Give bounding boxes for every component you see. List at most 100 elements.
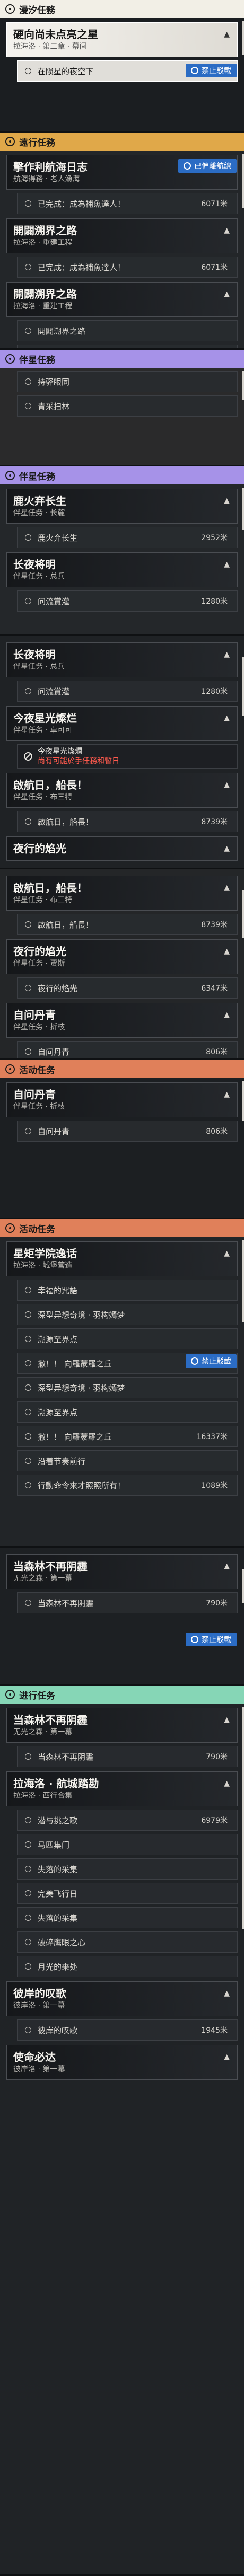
- quest-objective[interactable]: 潜与挑之歌 6979米: [17, 1810, 238, 1831]
- scrollbar[interactable]: [242, 1707, 244, 1929]
- quest-objective[interactable]: 撒！！ 向羅蒙羅之丘 16337米: [17, 1426, 238, 1447]
- quest-card[interactable]: 拉海洛 · 航城踏勘 拉海洛 · 西行合集 ▲: [6, 1771, 238, 1806]
- quest-card[interactable]: 自问丹青 伴星任务 · 折枝 ▲: [6, 1082, 238, 1117]
- quest-objective[interactable]: 失落的采集: [17, 1858, 238, 1880]
- quest-objective[interactable]: 当森林不再阴霾 790米: [17, 1592, 238, 1613]
- chevron-up-icon[interactable]: ▲: [224, 1716, 230, 1724]
- quest-card[interactable]: 长夜将明 伴星任务 · 总兵 ▲: [6, 552, 238, 587]
- section-header[interactable]: 漫汐任務: [0, 0, 244, 18]
- quest-card[interactable]: 当森林不再阴霾 无光之森 · 第一幕 ▲: [6, 1554, 238, 1589]
- chevron-up-icon[interactable]: ▲: [224, 1011, 230, 1019]
- scrollbar[interactable]: [242, 1569, 244, 1603]
- section-header[interactable]: 进行任务: [0, 1686, 244, 1704]
- chevron-up-icon[interactable]: ▲: [224, 1562, 230, 1571]
- quest-objective[interactable]: 行動命令來才照照所有！ 1089米: [17, 1475, 238, 1496]
- section-header[interactable]: 伴星任務: [0, 466, 244, 484]
- quest-objective[interactable]: 自问丹青 806米: [17, 1041, 238, 1058]
- quest-objective[interactable]: 啟航日，船長！ 8739米: [17, 811, 238, 832]
- forbid-transfer-badge[interactable]: 已偏離航線: [178, 159, 237, 173]
- chevron-up-icon[interactable]: ▲: [224, 30, 230, 39]
- scrollbar[interactable]: [242, 890, 244, 938]
- forbid-transfer-badge[interactable]: 禁止駁載: [186, 1354, 237, 1368]
- chevron-up-icon[interactable]: ▲: [224, 1989, 230, 1998]
- chevron-up-icon[interactable]: ▲: [224, 947, 230, 956]
- chevron-up-icon[interactable]: ▲: [224, 1090, 230, 1099]
- scrollbar[interactable]: [242, 371, 244, 400]
- chevron-up-icon[interactable]: ▲: [224, 1249, 230, 1258]
- chevron-up-icon[interactable]: ▲: [224, 844, 230, 853]
- quest-objective[interactable]: 夜行的焰光 6347米: [17, 977, 238, 999]
- quest-objective[interactable]: 開闢溯界之路: [17, 320, 238, 341]
- quest-objective[interactable]: 鹿火弃长生 2952米: [17, 527, 238, 548]
- section-header[interactable]: 活动任务: [0, 1219, 244, 1237]
- scrollbar[interactable]: [242, 21, 244, 55]
- scrollbar[interactable]: [242, 1081, 244, 1121]
- quest-card[interactable]: 開闢溯界之路 拉海洛 · 重建工程 ▲: [6, 218, 238, 253]
- quest-objective[interactable]: 持驿眼同: [17, 371, 238, 392]
- quest-objective[interactable]: 已完成：成為補魚達人！ 6071米: [17, 257, 238, 278]
- quest-subtitle: 拉海洛 · 城堡营造: [13, 1261, 73, 1270]
- quest-panel: 进行任务当森林不再阴霾 无光之森 · 第一幕 ▲ 当森林不再阴霾 790米拉海洛 · 航…: [0, 1686, 244, 2576]
- chevron-up-icon[interactable]: ▲: [224, 650, 230, 659]
- quest-objective[interactable]: 青采扫林: [17, 395, 238, 417]
- chevron-up-icon[interactable]: ▲: [224, 497, 230, 505]
- quest-card[interactable]: 长夜将明 伴星任务 · 总兵 ▲: [6, 642, 238, 677]
- quest-objective[interactable]: 啟航日，船長！ 8739米: [17, 914, 238, 935]
- quest-objective[interactable]: 失落的采集: [17, 1907, 238, 1928]
- section-header[interactable]: 伴星任務: [0, 350, 244, 368]
- objective-ring-icon: [25, 1915, 31, 1921]
- badge-label: 禁止駁載: [202, 1636, 231, 1644]
- objective-distance: 1089米: [201, 1481, 228, 1490]
- quest-objective[interactable]: 月光的来处: [17, 1956, 238, 1977]
- scrollbar[interactable]: [242, 1240, 244, 1322]
- quest-objective[interactable]: 问流賞灌 1280米: [17, 590, 238, 612]
- quest-log-screen: { "labels": { "ongoing": "進行任務", "wander…: [0, 0, 244, 2576]
- objective-distance: 1945米: [201, 2026, 228, 2035]
- quest-card[interactable]: 硬向尚未点亮之星 拉海洛 · 第三章 · 幕间 ▲: [6, 22, 238, 57]
- quest-card[interactable]: 開闢溯界之路 拉海洛 · 重建工程 ▲: [6, 282, 238, 317]
- quest-objective[interactable]: 马匹集门: [17, 1834, 238, 1855]
- chevron-up-icon[interactable]: ▲: [224, 884, 230, 892]
- forbid-transfer-badge[interactable]: 禁止駁載: [186, 1633, 237, 1646]
- quest-card[interactable]: 当森林不再阴霾 无光之森 · 第一幕 ▲: [6, 1708, 238, 1743]
- quest-objective[interactable]: 当森林不再阴霾 790米: [17, 1746, 238, 1767]
- quest-objective[interactable]: 彼岸的叹歌 1945米: [17, 2019, 238, 2041]
- quest-objective[interactable]: 问流賞灌 1280米: [17, 681, 238, 702]
- quest-objective[interactable]: 沿着节奏前行: [17, 1450, 238, 1471]
- scrollbar[interactable]: [242, 154, 244, 208]
- quest-card[interactable]: 啟航日，船長！ 伴星任务 · 布三特 ▲: [6, 876, 238, 911]
- quest-card[interactable]: 自问丹青 伴星任务 · 折枝 ▲: [6, 1003, 238, 1038]
- quest-objective[interactable]: 幸福的咒語: [17, 1280, 238, 1301]
- quest-objective[interactable]: 自问丹青 806米: [17, 1121, 238, 1142]
- forbid-transfer-badge[interactable]: 禁止駁載: [186, 64, 237, 77]
- quest-card[interactable]: 夜行的焰光 ▲: [6, 836, 238, 861]
- quest-objective[interactable]: 破碎鹰眼之心: [17, 1931, 238, 1953]
- quest-card[interactable]: 今夜星光燦烂 伴星任务 · 卓可可 ▲: [6, 706, 238, 741]
- chevron-up-icon[interactable]: ▲: [224, 1779, 230, 1788]
- chevron-up-icon[interactable]: ▲: [224, 226, 230, 235]
- chevron-up-icon[interactable]: ▲: [224, 714, 230, 722]
- scrollbar[interactable]: [242, 488, 244, 530]
- objective-label: 破碎鹰眼之心: [38, 1937, 86, 1947]
- chevron-up-icon[interactable]: ▲: [224, 2053, 230, 2061]
- quest-objective[interactable]: 完美飞行日: [17, 1883, 238, 1904]
- quest-card[interactable]: 星矩学院逸话 拉海洛 · 城堡营造 ▲: [6, 1241, 238, 1276]
- section-header[interactable]: 活动任务: [0, 1060, 244, 1078]
- section-header[interactable]: 遠行任務: [0, 133, 244, 151]
- quest-objective[interactable]: 深型异想奇境 · 羽构嫣梦: [17, 1377, 238, 1398]
- quest-objective[interactable]: 方位初调查9166米: [17, 345, 238, 348]
- quest-objective[interactable]: 深型异想奇境 · 羽构嫣梦: [17, 1304, 238, 1325]
- scrollbar[interactable]: [242, 657, 244, 716]
- quest-card[interactable]: 啟航日，船長！ 伴星任务 · 布三特 ▲: [6, 773, 238, 808]
- quest-card[interactable]: 夜行的焰光 伴星任务 · 贾斯 ▲: [6, 939, 238, 974]
- quest-objective[interactable]: 已完成：成為補魚達人！ 6071米: [17, 193, 238, 214]
- quest-card[interactable]: 鹿火弃长生 伴星任务 · 长麓 ▲: [6, 489, 238, 524]
- chevron-up-icon[interactable]: ▲: [224, 781, 230, 789]
- quest-title: 硬向尚未点亮之星: [13, 28, 98, 41]
- chevron-up-icon[interactable]: ▲: [224, 560, 230, 569]
- chevron-up-icon[interactable]: ▲: [224, 290, 230, 298]
- quest-card[interactable]: 彼岸的叹歌 彼岸洛 · 第一幕 ▲: [6, 1981, 238, 2016]
- quest-objective[interactable]: 溯源至界点: [17, 1328, 238, 1349]
- quest-objective[interactable]: 溯源至界点: [17, 1401, 238, 1423]
- quest-card[interactable]: 使命必达 彼岸洛 · 第一幕 ▲: [6, 2045, 238, 2080]
